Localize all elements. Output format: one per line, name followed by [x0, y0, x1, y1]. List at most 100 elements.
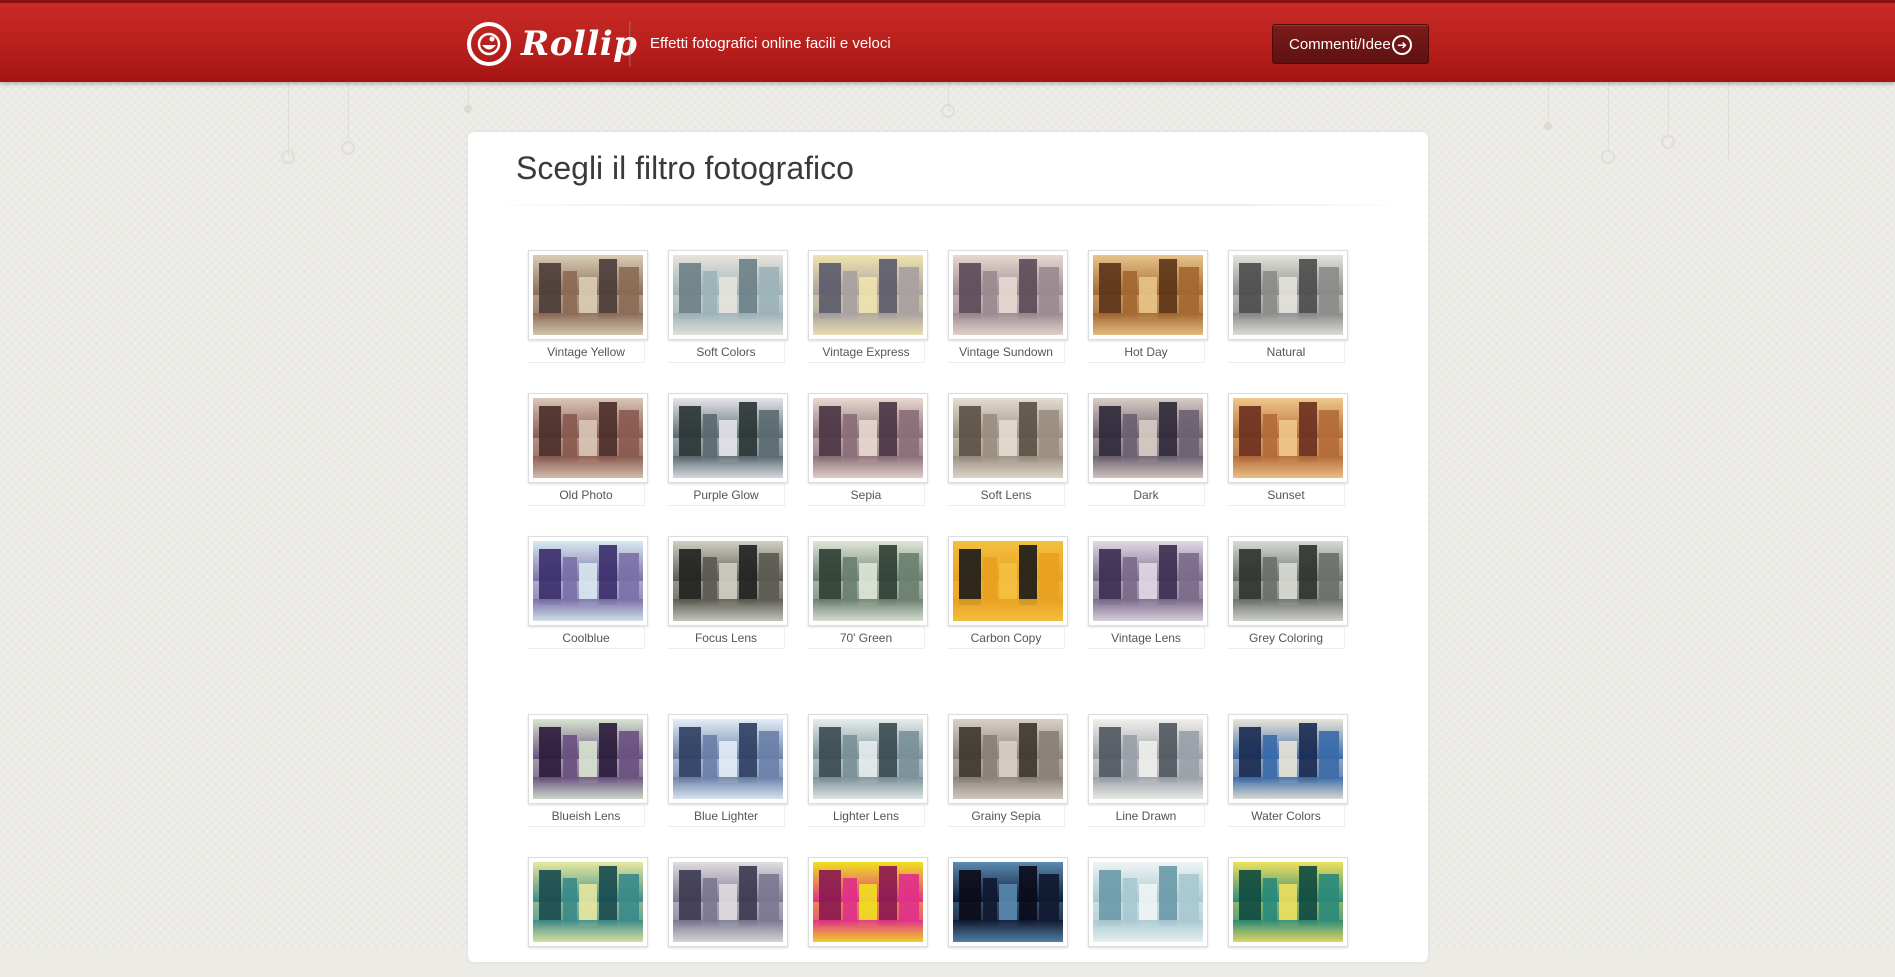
feedback-button-label: Commenti/Idee — [1289, 35, 1391, 53]
filter-item[interactable]: Blueish Lens — [528, 714, 648, 834]
filter-item[interactable] — [1228, 857, 1348, 977]
filter-label: Hot Day — [1088, 342, 1205, 363]
filter-item[interactable]: Focus Lens — [668, 536, 788, 656]
filter-preview-image — [1233, 398, 1343, 478]
filter-item[interactable]: Carbon Copy — [948, 536, 1068, 656]
filter-label: Sepia — [808, 485, 925, 506]
filter-item[interactable]: Vintage Yellow — [528, 250, 648, 370]
filter-thumbnail[interactable] — [528, 714, 648, 804]
filter-label: Dark — [1088, 485, 1205, 506]
filter-thumbnail[interactable] — [668, 393, 788, 483]
filter-thumbnail[interactable] — [668, 714, 788, 804]
filter-item[interactable]: Vintage Sundown — [948, 250, 1068, 370]
filter-item[interactable]: Sunset — [1228, 393, 1348, 513]
filter-preview-image — [953, 719, 1063, 799]
filter-thumbnail[interactable] — [668, 857, 788, 947]
filter-thumbnail[interactable] — [528, 536, 648, 626]
filter-label: Purple Glow — [668, 485, 785, 506]
filter-item[interactable]: Coolblue — [528, 536, 648, 656]
filter-preview-image — [673, 862, 783, 942]
filter-thumbnail[interactable] — [1088, 857, 1208, 947]
filter-thumbnail[interactable] — [1228, 536, 1348, 626]
filter-item[interactable]: Old Photo — [528, 393, 648, 513]
filter-thumbnail[interactable] — [948, 250, 1068, 340]
filter-thumbnail[interactable] — [1088, 536, 1208, 626]
title-separator — [488, 204, 1408, 206]
filter-thumbnail[interactable] — [528, 857, 648, 947]
filter-item[interactable]: Line Drawn — [1088, 714, 1208, 834]
filter-thumbnail[interactable] — [808, 250, 928, 340]
filter-item[interactable]: Purple Glow — [668, 393, 788, 513]
filter-item[interactable]: Water Colors — [1228, 714, 1348, 834]
filter-preview-image — [533, 398, 643, 478]
filter-thumbnail[interactable] — [808, 714, 928, 804]
filter-item[interactable]: Grey Coloring — [1228, 536, 1348, 656]
filter-thumbnail[interactable] — [808, 393, 928, 483]
filter-item[interactable] — [1088, 857, 1208, 977]
filter-item[interactable]: Vintage Express — [808, 250, 928, 370]
filter-item[interactable]: Sepia — [808, 393, 928, 513]
page-title: Scegli il filtro fotografico — [516, 150, 854, 186]
filter-item[interactable]: Blue Lighter — [668, 714, 788, 834]
header-divider — [629, 21, 631, 67]
filter-item[interactable] — [528, 857, 648, 977]
filter-item[interactable] — [808, 857, 928, 977]
filter-thumbnail[interactable] — [948, 536, 1068, 626]
filter-thumbnail[interactable] — [948, 857, 1068, 947]
filter-label: 70' Green — [808, 628, 925, 649]
filter-label: Vintage Yellow — [528, 342, 645, 363]
filter-preview-image — [953, 862, 1063, 942]
filter-preview-image — [533, 255, 643, 335]
filter-thumbnail[interactable] — [948, 393, 1068, 483]
filter-thumbnail[interactable] — [808, 857, 928, 947]
filter-item[interactable]: Soft Lens — [948, 393, 1068, 513]
filter-preview-image — [813, 862, 923, 942]
filter-label: Grey Coloring — [1228, 628, 1345, 649]
filter-item[interactable]: Soft Colors — [668, 250, 788, 370]
filter-thumbnail[interactable] — [668, 536, 788, 626]
filter-thumbnail[interactable] — [1228, 714, 1348, 804]
filter-label: Vintage Lens — [1088, 628, 1205, 649]
filter-label: Natural — [1228, 342, 1345, 363]
filter-preview-image — [1233, 862, 1343, 942]
filter-preview-image — [533, 719, 643, 799]
filter-item[interactable]: Vintage Lens — [1088, 536, 1208, 656]
filter-item[interactable]: Natural — [1228, 250, 1348, 370]
filter-preview-image — [953, 255, 1063, 335]
filter-preview-image — [1093, 862, 1203, 942]
filter-thumbnail[interactable] — [1088, 250, 1208, 340]
filter-thumbnail[interactable] — [528, 250, 648, 340]
feedback-button[interactable]: Commenti/Idee ➜ — [1272, 24, 1429, 64]
filter-thumbnail[interactable] — [1228, 857, 1348, 947]
filter-preview-image — [673, 255, 783, 335]
filter-preview-image — [1233, 255, 1343, 335]
filter-preview-image — [1093, 398, 1203, 478]
filter-item[interactable] — [948, 857, 1068, 977]
filter-item[interactable]: Dark — [1088, 393, 1208, 513]
filter-preview-image — [1233, 719, 1343, 799]
filter-thumbnail[interactable] — [1228, 393, 1348, 483]
filter-label: Sunset — [1228, 485, 1345, 506]
rollip-logo[interactable]: Rollip — [467, 22, 637, 66]
filter-thumbnail[interactable] — [1228, 250, 1348, 340]
filter-item[interactable]: Hot Day — [1088, 250, 1208, 370]
filter-thumbnail[interactable] — [528, 393, 648, 483]
filter-label: Water Colors — [1228, 806, 1345, 827]
filter-thumbnail[interactable] — [948, 714, 1068, 804]
filter-thumbnail[interactable] — [1088, 393, 1208, 483]
filter-label: Carbon Copy — [948, 628, 1065, 649]
filter-preview-image — [673, 719, 783, 799]
filter-thumbnail[interactable] — [1088, 714, 1208, 804]
filter-item[interactable]: Grainy Sepia — [948, 714, 1068, 834]
filter-preview-image — [673, 398, 783, 478]
filter-label: Focus Lens — [668, 628, 785, 649]
filter-panel: Scegli il filtro fotografico Vintage Yel… — [468, 132, 1428, 962]
filter-thumbnail[interactable] — [808, 536, 928, 626]
filter-label: Grainy Sepia — [948, 806, 1065, 827]
filter-label: Blueish Lens — [528, 806, 645, 827]
filter-item[interactable]: 70' Green — [808, 536, 928, 656]
filter-item[interactable] — [668, 857, 788, 977]
filter-preview-image — [813, 541, 923, 621]
filter-item[interactable]: Lighter Lens — [808, 714, 928, 834]
filter-thumbnail[interactable] — [668, 250, 788, 340]
